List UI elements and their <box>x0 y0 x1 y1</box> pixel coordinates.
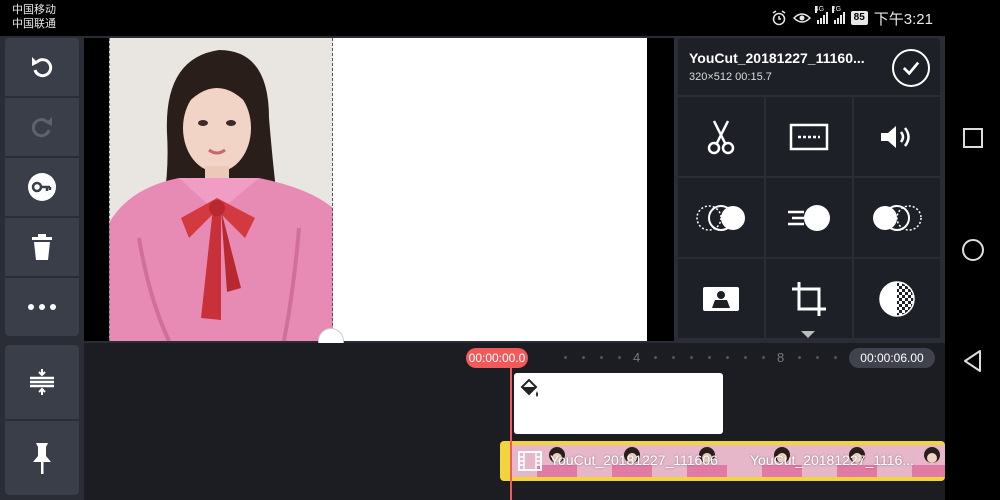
ruler-tick <box>672 356 675 359</box>
film-icon <box>518 451 542 471</box>
ruler-tick <box>762 356 765 359</box>
alarm-icon <box>772 10 786 26</box>
transition-icon <box>696 204 745 231</box>
clip-info-panel: YouCut_20181227_11160... 320×512 00:15.7 <box>678 38 940 95</box>
ruler-tick <box>726 356 729 359</box>
redo-icon <box>31 117 52 138</box>
chroma-key-button[interactable] <box>678 259 764 338</box>
navigation-bar <box>945 0 1000 500</box>
ruler-tick <box>708 356 711 359</box>
ruler-tick <box>690 356 693 359</box>
redo-button[interactable] <box>5 98 79 156</box>
recent-apps-icon[interactable] <box>961 126 985 150</box>
more-icon <box>28 304 56 310</box>
chroma-key-icon <box>703 286 739 311</box>
home-icon[interactable] <box>961 238 985 262</box>
preview-canvas <box>109 38 647 341</box>
ruler-tick <box>600 356 603 359</box>
video-clip-label-2: YouCut_20181227_1116... <box>750 452 915 468</box>
eye-icon <box>792 13 811 23</box>
crop-button[interactable] <box>766 259 852 338</box>
timeline[interactable]: 4 8 YouCut_20181227_111606 YouCut_201812… <box>84 343 945 500</box>
opacity-icon <box>879 280 915 317</box>
volume-button[interactable] <box>854 97 940 176</box>
edit-tools-grid <box>678 97 940 340</box>
current-time-badge: 00:00:00.0 <box>466 348 528 368</box>
status-icons: 4G 2G 85 下午3:21 <box>771 6 933 28</box>
ruler-tick <box>744 356 747 359</box>
playhead[interactable] <box>510 357 512 500</box>
speed-icon <box>788 204 830 231</box>
video-track-clip[interactable]: YouCut_20181227_111606 YouCut_20181227_1… <box>500 441 945 481</box>
battery-level: 85 <box>850 11 868 25</box>
transition-button[interactable] <box>678 178 764 257</box>
overlay-layer-clip[interactable] <box>514 373 723 434</box>
signal-sim2-icon: 2G <box>831 6 845 24</box>
editor-screen: YouCut_20181227_11160... 320×512 00:15.7 <box>0 36 945 500</box>
ruler-tick <box>654 356 657 359</box>
clip-boundary <box>109 38 333 341</box>
timeline-toolbar <box>5 345 79 497</box>
keyframe-icon <box>28 173 56 201</box>
opacity-button[interactable] <box>854 259 940 338</box>
crop-icon <box>792 281 826 316</box>
scissors-icon <box>707 119 735 154</box>
pin-icon <box>33 443 51 474</box>
undo-icon <box>32 57 53 78</box>
paint-bucket-icon <box>520 378 538 397</box>
speed-button[interactable] <box>766 178 852 257</box>
keyframe-button[interactable] <box>5 158 79 216</box>
ruler-tick <box>564 356 567 359</box>
video-preview[interactable] <box>84 38 674 354</box>
blend-icon <box>873 204 922 231</box>
expand-tools-arrow-icon[interactable] <box>801 331 815 338</box>
subtitle-icon <box>789 123 829 150</box>
ruler-label-8: 8 <box>777 350 785 365</box>
ruler-tick <box>834 356 837 359</box>
signal-sim1-icon: 4G <box>814 6 828 24</box>
ruler-tick <box>582 356 585 359</box>
volume-icon <box>881 125 910 148</box>
more-button[interactable] <box>5 278 79 336</box>
ruler-tick <box>798 356 801 359</box>
trim-button[interactable] <box>678 97 764 176</box>
blend-button[interactable] <box>854 178 940 257</box>
delete-button[interactable] <box>5 218 79 276</box>
total-time-badge: 00:00:06.00 <box>849 348 935 368</box>
video-clip-label-1: YouCut_20181227_111606 <box>550 452 718 468</box>
carrier-2: 中国联通 <box>12 18 56 30</box>
clip-meta: 320×512 00:15.7 <box>689 71 772 83</box>
split-view-icon <box>30 369 54 395</box>
status-bar: 中国移动 中国联通 4G 2G 85 下午3:21 <box>0 0 945 36</box>
video-thumbnails: YouCut_20181227_111606 YouCut_20181227_1… <box>512 445 945 477</box>
confirm-check-icon[interactable] <box>892 49 930 87</box>
left-toolbar <box>5 38 79 338</box>
ruler-label-4: 4 <box>633 350 641 365</box>
ruler-tick <box>618 356 621 359</box>
back-icon[interactable] <box>961 349 985 373</box>
clock: 下午3:21 <box>873 10 933 28</box>
undo-button[interactable] <box>5 38 79 96</box>
ruler-tick <box>816 356 819 359</box>
pin-button[interactable] <box>5 421 79 495</box>
carrier-1: 中国移动 <box>12 4 56 16</box>
subtitle-button[interactable] <box>766 97 852 176</box>
delete-icon <box>32 234 52 260</box>
timeline-expand-button[interactable] <box>5 345 79 419</box>
clip-title: YouCut_20181227_11160... <box>689 50 865 66</box>
